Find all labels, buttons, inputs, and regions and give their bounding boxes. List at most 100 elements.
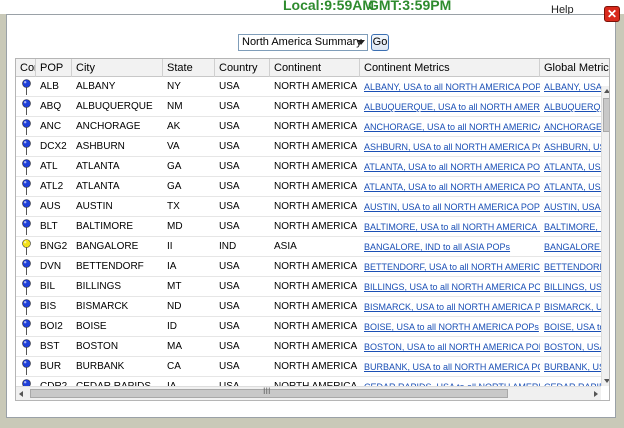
- table-row[interactable]: ATL2 ATLANTA GA USA NORTH AMERICA ATLANTA, US…: [16, 177, 601, 197]
- col-header-continent-metrics[interactable]: Continent Metrics: [360, 59, 540, 77]
- continent-metrics-link[interactable]: BANGALORE, IND to all ASIA POPs: [360, 237, 540, 257]
- col-header-state[interactable]: State: [163, 59, 215, 77]
- cell-city: BALTIMORE: [76, 221, 134, 232]
- continent-metrics-link[interactable]: ASHBURN, USA to all NORTH AMERICA POPs: [360, 137, 540, 157]
- global-metrics-link[interactable]: CEDAR RAPIDS: [540, 377, 601, 386]
- vertical-scrollbar[interactable]: [601, 86, 609, 386]
- global-metrics-link[interactable]: ATLANTA, USA: [540, 157, 601, 177]
- table-row[interactable]: BNG2 BANGALORE II IND ASIA BANGALORE, IND to …: [16, 237, 601, 257]
- cell-city: BOISE: [76, 321, 107, 332]
- global-metrics-link[interactable]: ALBUQUERQUE: [540, 97, 601, 117]
- cell-country: USA: [219, 81, 240, 92]
- continent-metrics-link[interactable]: ATLANTA, USA to all NORTH AMERICA POPs: [360, 177, 540, 197]
- global-metrics-link[interactable]: BANGALORE, IN: [540, 237, 601, 257]
- global-metrics-link[interactable]: ATLANTA, USA: [540, 177, 601, 197]
- horizontal-scroll-thumb[interactable]: III: [30, 386, 508, 398]
- global-metrics-link[interactable]: ALBANY, USA t: [540, 77, 601, 97]
- continent-metrics-link[interactable]: ALBUQUERQUE, USA to all NORTH AMERICA PO…: [360, 97, 540, 117]
- global-metrics-link[interactable]: BILLINGS, US: [540, 277, 601, 297]
- continent-metrics-link[interactable]: AUSTIN, USA to all NORTH AMERICA POPs: [360, 197, 540, 217]
- cell-continent: NORTH AMERICA: [274, 261, 358, 272]
- summary-select[interactable]: North America Summary: [238, 34, 368, 51]
- table-row[interactable]: ANC ANCHORAGE AK USA NORTH AMERICA ANCHORAGE,…: [16, 117, 601, 137]
- global-metrics-link[interactable]: BALTIMORE, U: [540, 217, 601, 237]
- cell-country: USA: [219, 161, 240, 172]
- close-icon[interactable]: ✕: [604, 6, 620, 22]
- continent-metrics-link[interactable]: ATLANTA, USA to all NORTH AMERICA POPs: [360, 157, 540, 177]
- map-pin-icon: [22, 199, 31, 215]
- continent-metrics-link[interactable]: ALBANY, USA to all NORTH AMERICA POPs: [360, 77, 540, 97]
- global-metrics-link[interactable]: BOSTON, USA t: [540, 337, 601, 357]
- table-row[interactable]: AUS AUSTIN TX USA NORTH AMERICA AUSTIN, USA t…: [16, 197, 601, 217]
- global-metrics-link[interactable]: ANCHORAGE, U: [540, 117, 601, 137]
- chevron-down-icon: [357, 40, 365, 45]
- table-row[interactable]: ATL ATLANTA GA USA NORTH AMERICA ATLANTA, USA…: [16, 157, 601, 177]
- table-row[interactable]: BOI2 BOISE ID USA NORTH AMERICA BOISE, USA to…: [16, 317, 601, 337]
- table-row[interactable]: DCX2 ASHBURN VA USA NORTH AMERICA ASHBURN, US…: [16, 137, 601, 157]
- global-metrics-link[interactable]: BOISE, USA to: [540, 317, 601, 337]
- go-button[interactable]: Go: [371, 34, 389, 51]
- cell-state: ND: [167, 301, 182, 312]
- table-row[interactable]: BUR BURBANK CA USA NORTH AMERICA BURBANK, USA…: [16, 357, 601, 377]
- cell-pop: ANC: [40, 121, 62, 132]
- vertical-scroll-thumb[interactable]: [603, 98, 609, 132]
- cell-state: MT: [167, 281, 182, 292]
- cell-continent: ASIA: [274, 241, 297, 252]
- cell-country: USA: [219, 321, 240, 332]
- col-header-cor[interactable]: Cor: [16, 59, 36, 77]
- table-row[interactable]: DVN BETTENDORF IA USA NORTH AMERICA BETTENDOR…: [16, 257, 601, 277]
- cell-continent: NORTH AMERICA: [274, 321, 358, 332]
- table-row[interactable]: BIS BISMARCK ND USA NORTH AMERICA BISMARCK, U…: [16, 297, 601, 317]
- continent-metrics-link[interactable]: CEDAR RAPIDS, USA to all NORTH AMERICA P…: [360, 377, 540, 386]
- map-pin-icon: [22, 99, 31, 115]
- continent-metrics-link[interactable]: BURBANK, USA to all NORTH AMERICA POPs: [360, 357, 540, 377]
- cell-state: MA: [167, 341, 182, 352]
- cell-pop: BLT: [40, 221, 58, 232]
- cell-city: ALBANY: [76, 81, 116, 92]
- continent-metrics-link[interactable]: BETTENDORF, USA to all NORTH AMERICA POP…: [360, 257, 540, 277]
- global-metrics-link[interactable]: AUSTIN, USA t: [540, 197, 601, 217]
- table-row[interactable]: BLT BALTIMORE MD USA NORTH AMERICA BALTIMORE,…: [16, 217, 601, 237]
- cell-continent: NORTH AMERICA: [274, 121, 358, 132]
- cell-city: BOSTON: [76, 341, 119, 352]
- table-row[interactable]: CDR2CEDAR RAPIDSIAUSANORTH AMERICACEDAR …: [16, 377, 601, 386]
- continent-metrics-link[interactable]: BILLINGS, USA to all NORTH AMERICA POPs: [360, 277, 540, 297]
- col-header-country[interactable]: Country: [215, 59, 270, 77]
- global-metrics-link[interactable]: BISMARCK, US: [540, 297, 601, 317]
- cell-continent: NORTH AMERICA: [274, 141, 358, 152]
- col-header-continent[interactable]: Continent: [270, 59, 360, 77]
- horizontal-scrollbar[interactable]: III: [16, 386, 601, 400]
- cell-country: USA: [219, 301, 240, 312]
- table-row[interactable]: BST BOSTON MA USA NORTH AMERICA BOSTON, USA t…: [16, 337, 601, 357]
- global-metrics-link[interactable]: ASHBURN, USA: [540, 137, 601, 157]
- scroll-up-icon[interactable]: [604, 89, 609, 93]
- cell-country: USA: [219, 281, 240, 292]
- continent-metrics-link[interactable]: ANCHORAGE, USA to all NORTH AMERICA POPs: [360, 117, 540, 137]
- global-metrics-link[interactable]: BURBANK, USA: [540, 357, 601, 377]
- map-pin-icon: [22, 259, 31, 275]
- map-pin-icon: [22, 299, 31, 315]
- map-pin-icon: [22, 159, 31, 175]
- continent-metrics-link[interactable]: BISMARCK, USA to all NORTH AMERICA POPs: [360, 297, 540, 317]
- cell-country: USA: [219, 341, 240, 352]
- cell-city: BETTENDORF: [76, 261, 144, 272]
- continent-metrics-link[interactable]: BOSTON, USA to all NORTH AMERICA POPs: [360, 337, 540, 357]
- continent-metrics-link[interactable]: BOISE, USA to all NORTH AMERICA POPs: [360, 317, 540, 337]
- col-header-global-metrics[interactable]: Global Metrics: [540, 59, 609, 77]
- table-row[interactable]: ALB ALBANY NY USA NORTH AMERICA ALBANY, USA t…: [16, 77, 601, 97]
- scroll-right-icon[interactable]: [594, 391, 598, 397]
- table-header: Cor POP City State Country Continent Con…: [16, 59, 609, 77]
- global-metrics-link[interactable]: BETTENDORF, U: [540, 257, 601, 277]
- cell-state: MD: [167, 221, 183, 232]
- scroll-down-icon[interactable]: [604, 379, 609, 383]
- map-pin-icon: [22, 219, 31, 235]
- cell-state: NY: [167, 81, 181, 92]
- table-row[interactable]: BIL BILLINGS MT USA NORTH AMERICA BILLINGS, U…: [16, 277, 601, 297]
- col-header-pop[interactable]: POP: [36, 59, 72, 77]
- scroll-left-icon[interactable]: [19, 391, 23, 397]
- continent-metrics-link[interactable]: BALTIMORE, USA to all NORTH AMERICA POPs: [360, 217, 540, 237]
- cell-pop: BST: [40, 341, 60, 352]
- table-row[interactable]: ABQ ALBUQUERQUE NM USA NORTH AMERICA ALBUQUER…: [16, 97, 601, 117]
- col-header-city[interactable]: City: [72, 59, 163, 77]
- cell-pop: BNG2: [40, 241, 68, 252]
